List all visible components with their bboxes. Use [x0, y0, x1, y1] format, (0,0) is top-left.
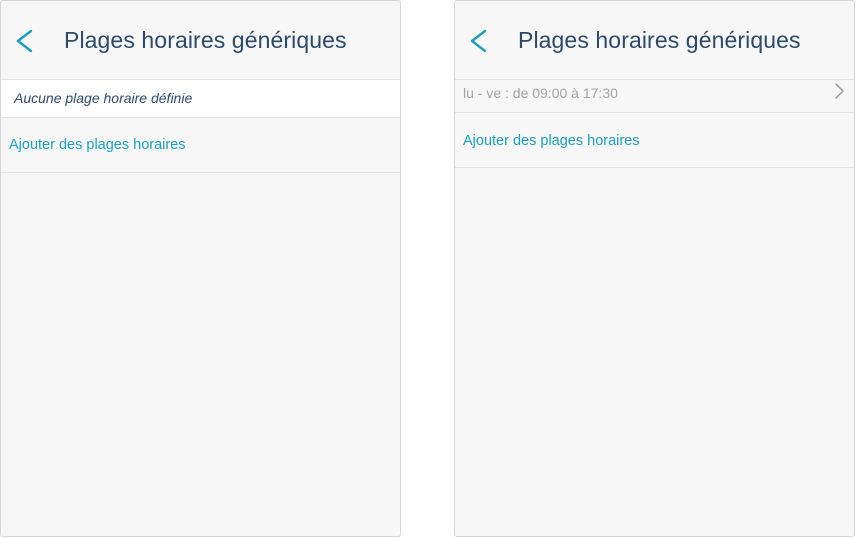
time-slot-item[interactable]: lu - ve : de 09:00 à 17:30 [455, 80, 854, 113]
header: Plages horaires génériques [455, 1, 854, 80]
back-button[interactable] [465, 25, 493, 57]
screen-with-time-slots: Plages horaires génériques lu - ve : de … [454, 0, 855, 537]
back-button[interactable] [11, 25, 39, 57]
chevron-right-icon [833, 81, 845, 104]
add-time-slots-button[interactable]: Ajouter des plages horaires [1, 118, 400, 173]
page-title: Plages horaires génériques [64, 27, 347, 53]
time-slot-label: lu - ve : de 09:00 à 17:30 [463, 85, 618, 101]
chevron-left-icon [16, 29, 33, 53]
chevron-left-icon [470, 29, 487, 53]
add-time-slots-button[interactable]: Ajouter des plages horaires [455, 113, 854, 168]
header: Plages horaires génériques [1, 1, 400, 80]
page-title: Plages horaires génériques [518, 27, 801, 53]
empty-state-message: Aucune plage horaire définie [1, 80, 400, 118]
screen-no-time-slots: Plages horaires génériques Aucune plage … [0, 0, 401, 537]
